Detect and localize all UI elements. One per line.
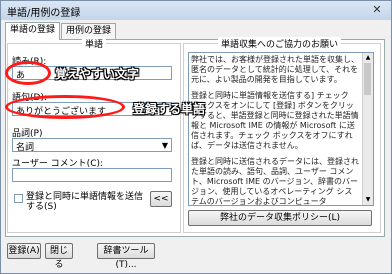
policy-group: 単語収集へのご協力のお願い 弊社では、お客様が登録された単語を収集し、匿名のデー… (183, 37, 381, 233)
close-icon[interactable]: ✕ (369, 3, 385, 17)
dictionary-tool-button[interactable]: 辞書ツール(T)... (97, 243, 155, 270)
title-bar: 単語/用例の登録 ✕ (1, 1, 391, 20)
word-annotation: 登録する単語 (133, 102, 206, 116)
window-title: 単語/用例の登録 (7, 8, 81, 19)
collapse-button[interactable]: << (150, 191, 172, 207)
policy-group-legend: 単語収集へのご協力のお願い (218, 37, 342, 50)
close-button[interactable]: 閉じる (45, 243, 73, 270)
word-highlight-ellipse (5, 95, 125, 119)
word-group-legend: 単語 (82, 37, 107, 50)
chevron-down-icon: ▼ (161, 141, 168, 150)
scroll-up-icon[interactable]: ▲ (364, 54, 372, 62)
vertical-scrollbar[interactable]: ▲ ▼ (362, 53, 373, 205)
policy-text-box[interactable]: 弊社では、お客様が登録された単語を収集し、匿名のデータとして統計的に処理して、そ… (188, 52, 374, 206)
reading-highlight-ellipse (5, 61, 51, 85)
scroll-thumb[interactable] (364, 63, 371, 95)
pos-select-value: 名詞 (16, 143, 35, 153)
comment-input[interactable] (12, 168, 172, 182)
send-data-checkbox-label: 登録と同時に単語情報を送信する(S) (26, 192, 144, 212)
policy-paragraph: 弊社では、お客様が登録された単語を収集し、匿名のデータとして統計的に処理して、そ… (191, 55, 359, 84)
policy-paragraph: 登録と同時に単語情報を送信する] チェック ボックスをオンにして [登録] ボタ… (191, 91, 359, 150)
reading-annotation: 覚えやすい文字 (55, 67, 140, 81)
data-collection-policy-button[interactable]: 弊社のデータ収集ポリシー(L) (188, 210, 372, 226)
scroll-down-icon[interactable]: ▼ (364, 196, 372, 204)
policy-text: 弊社では、お客様が登録された単語を収集し、匿名のデータとして統計的に処理して、そ… (191, 55, 359, 206)
tab-word-registration[interactable]: 単語の登録 (5, 22, 61, 40)
pos-select[interactable]: 名詞 ▼ (12, 138, 172, 153)
policy-paragraph: 登録と同時に送信されるデータには、登録された単語の読み、語句、品詞、ユーザー コ… (191, 157, 359, 206)
send-data-checkbox[interactable] (14, 194, 23, 203)
word-registration-dialog: 単語/用例の登録 ✕ 単語の登録 用例の登録 単語 読み(R): あ 語句(D)… (0, 0, 392, 274)
register-button[interactable]: 登録(A) (7, 243, 41, 259)
